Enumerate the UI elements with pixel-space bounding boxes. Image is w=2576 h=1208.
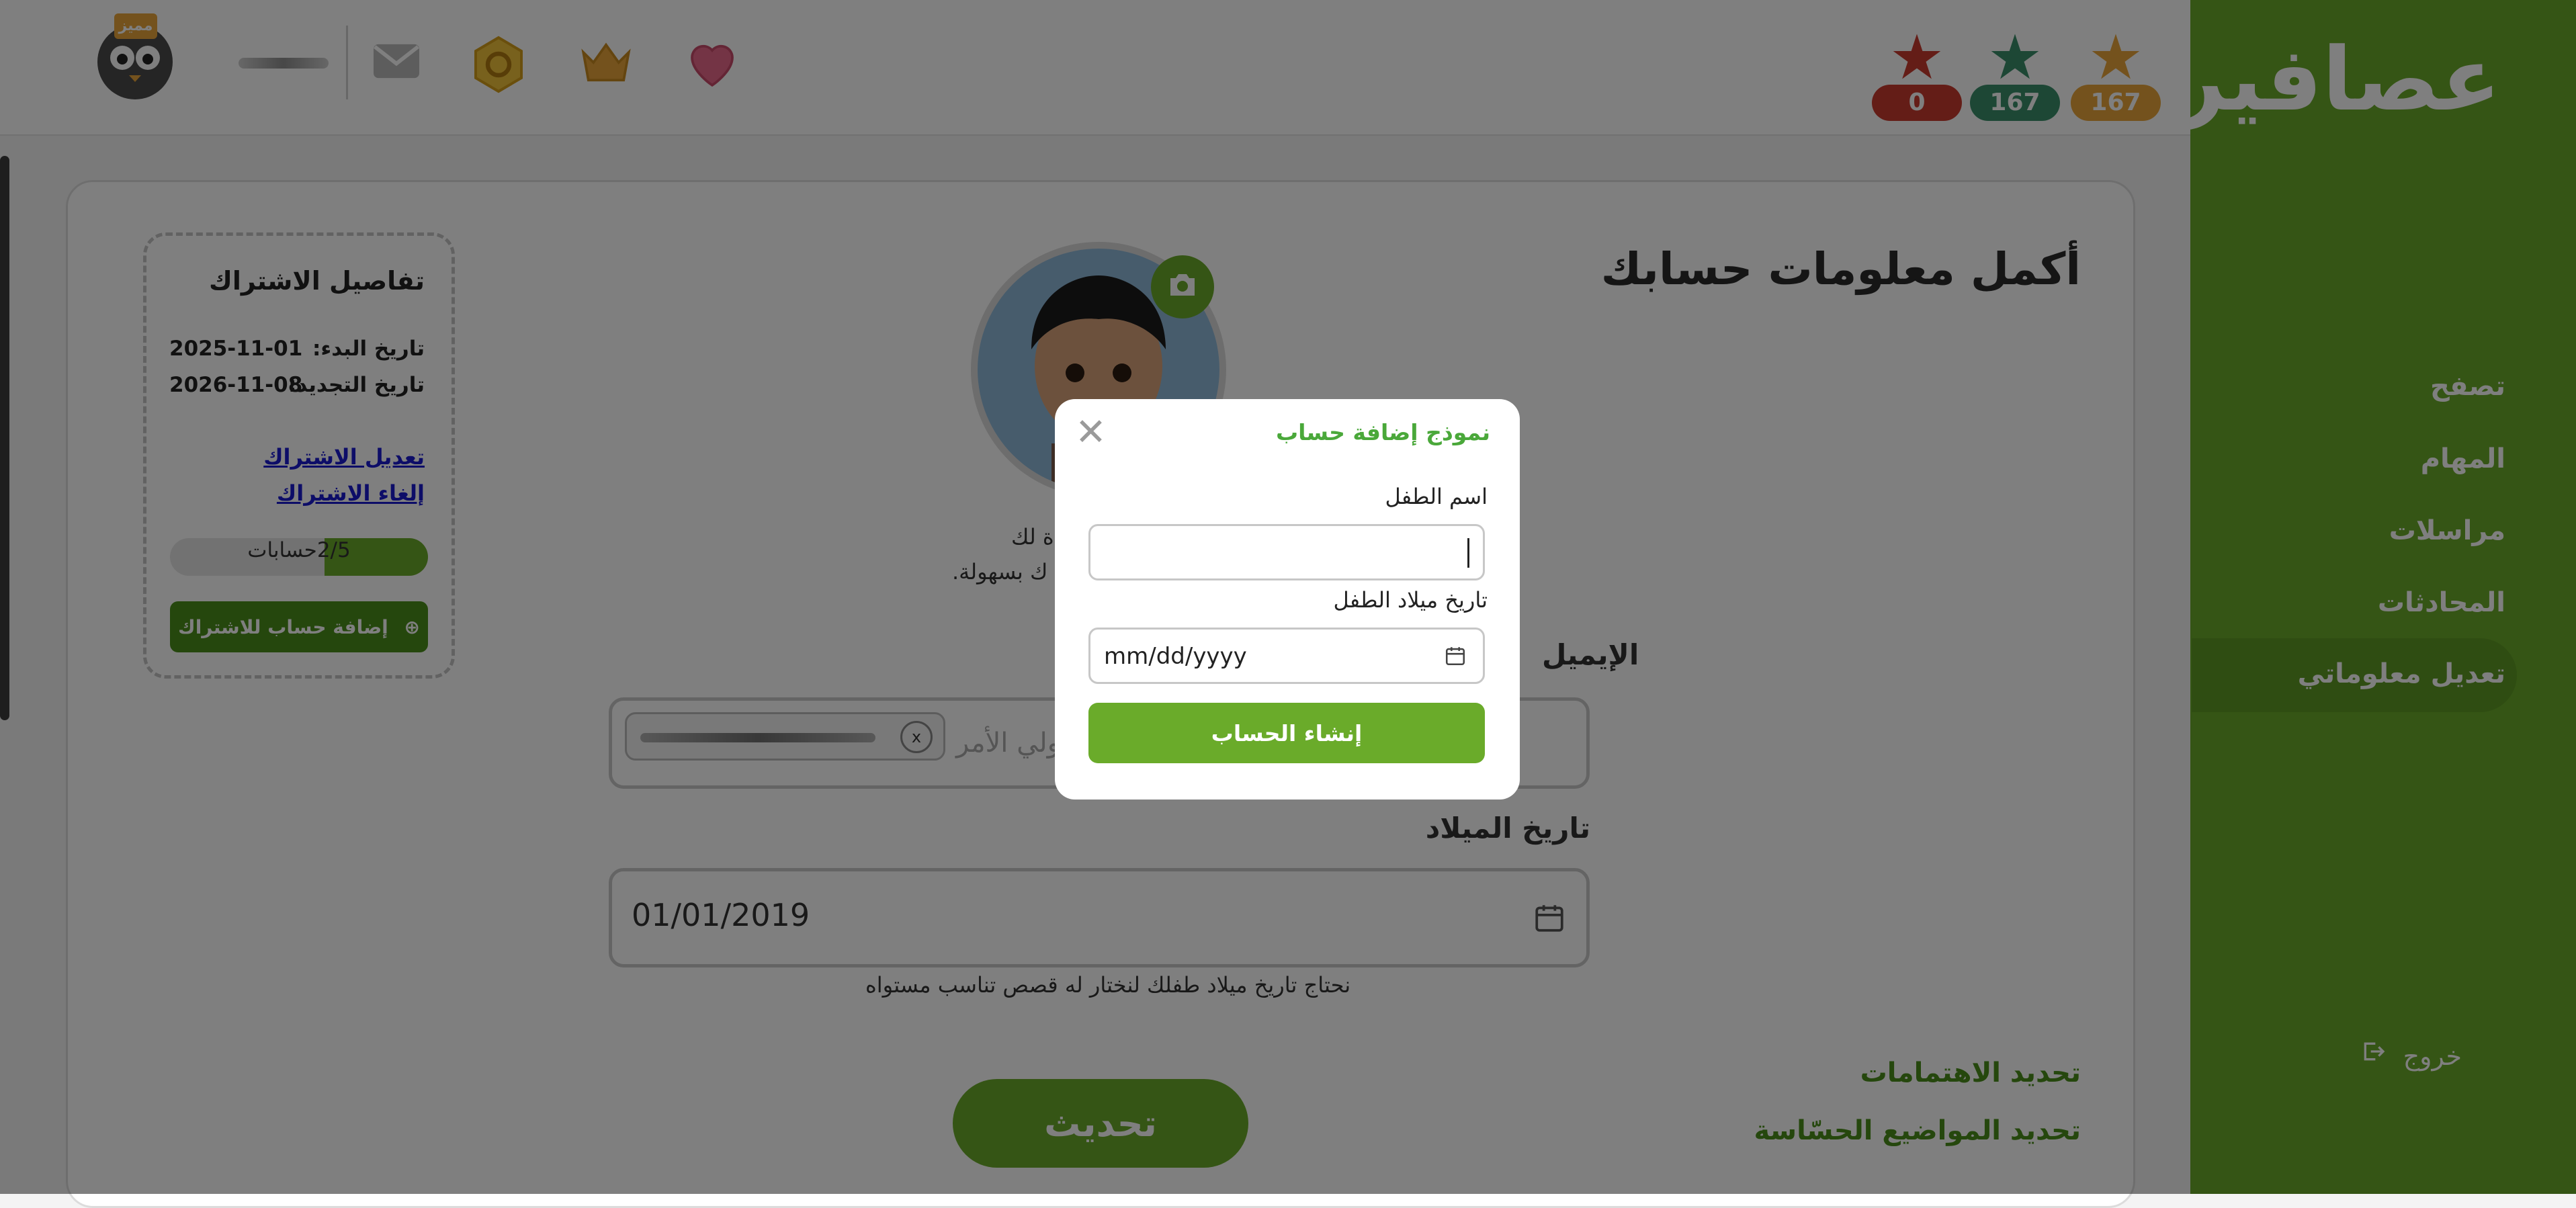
close-icon[interactable]: ✕ bbox=[1075, 414, 1107, 451]
modal-title: نموذج إضافة حساب bbox=[1275, 419, 1490, 445]
text-caret bbox=[1467, 538, 1469, 568]
child-name-label: اسم الطفل bbox=[1385, 484, 1488, 509]
child-name-input[interactable] bbox=[1088, 524, 1485, 580]
child-dob-input[interactable]: mm/dd/yyyy bbox=[1088, 628, 1485, 684]
child-dob-placeholder: mm/dd/yyyy bbox=[1104, 643, 1247, 670]
child-dob-label: تاريخ ميلاد الطفل bbox=[1333, 587, 1488, 613]
create-account-button[interactable]: إنشاء الحساب bbox=[1088, 703, 1485, 763]
calendar-icon[interactable] bbox=[1444, 644, 1467, 670]
add-account-modal: نموذج إضافة حساب ✕ اسم الطفل تاريخ ميلاد… bbox=[1055, 399, 1520, 800]
scrollbar[interactable] bbox=[0, 156, 9, 720]
